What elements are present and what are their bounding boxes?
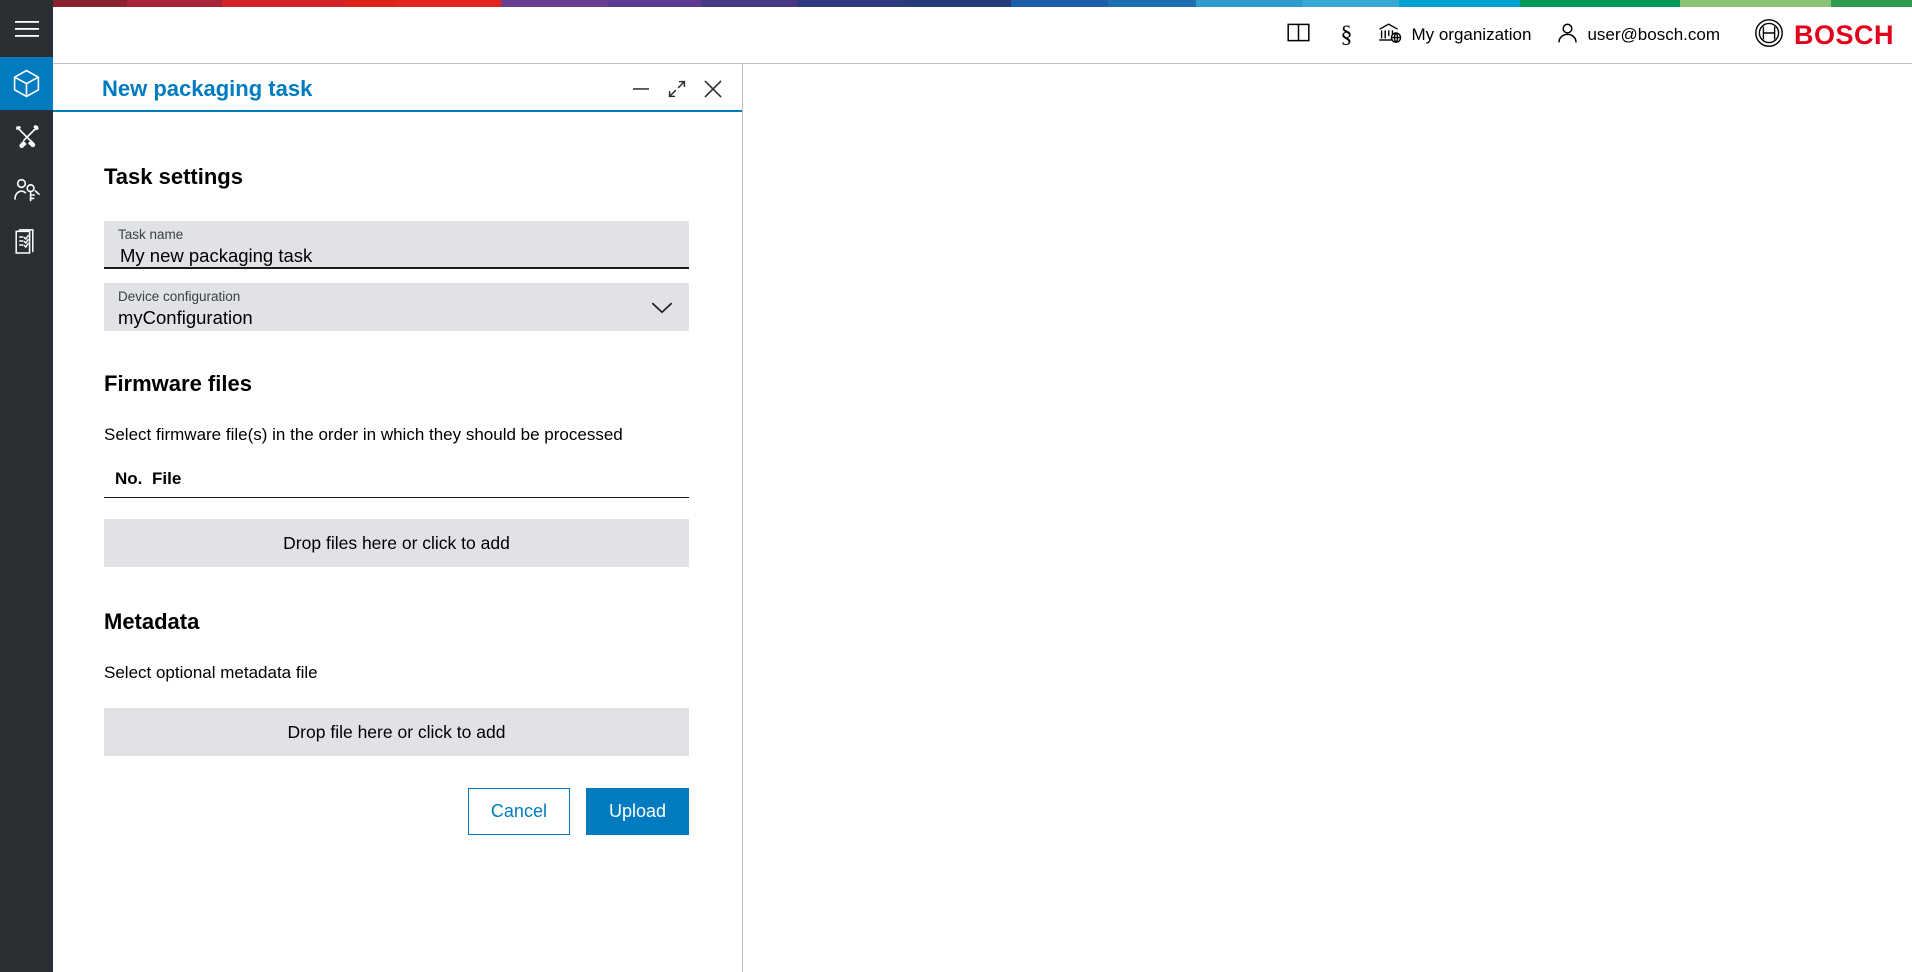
stripe-seg-7 [608, 0, 701, 7]
sidebar-item-tools[interactable] [0, 110, 53, 163]
dialog-action-bar: Cancel Upload [104, 788, 689, 835]
firmware-files-dropzone[interactable]: Drop files here or click to add [104, 519, 689, 567]
left-icon-rail [0, 0, 53, 972]
dialog-titlebar: New packaging task [53, 64, 742, 112]
stripe-seg-3 [222, 0, 346, 7]
firmware-dropzone-label: Drop files here or click to add [283, 533, 510, 554]
sidebar-item-logs[interactable] [0, 216, 53, 269]
chevron-down-icon [651, 301, 673, 320]
stripe-seg-16 [1520, 0, 1680, 7]
device-configuration-select[interactable]: Device configuration myConfiguration [104, 283, 689, 331]
bosch-wordmark: BOSCH [1794, 22, 1894, 49]
stripe-seg-15 [1399, 0, 1520, 7]
device-configuration-label: Device configuration [118, 290, 649, 305]
main-content-area [744, 64, 1912, 972]
dialog-window-controls [627, 64, 727, 103]
task-name-input[interactable] [118, 243, 675, 268]
column-header-file: File [152, 469, 181, 489]
organization-menu[interactable]: My organization [1378, 22, 1531, 49]
stripe-seg-9 [798, 0, 905, 7]
task-name-field[interactable]: Task name [104, 221, 689, 269]
metadata-dropzone-label: Drop file here or click to add [288, 722, 506, 743]
stripe-seg-17 [1680, 0, 1830, 7]
device-configuration-value: myConfiguration [118, 305, 649, 329]
upload-button[interactable]: Upload [586, 788, 689, 835]
device-configuration-chevron-button[interactable] [649, 290, 675, 331]
section-sign-icon: § [1340, 23, 1352, 47]
hamburger-menu-icon [15, 20, 39, 38]
stripe-seg-13 [1196, 0, 1303, 7]
bosch-logo: BOSCH [1754, 18, 1894, 53]
cube-package-icon [13, 69, 40, 98]
organization-label: My organization [1411, 25, 1531, 45]
app-header: § My organization user@bosch.com [53, 7, 1912, 64]
metadata-helper-text: Select optional metadata file [104, 635, 689, 683]
stripe-seg-1 [51, 0, 127, 7]
book-open-icon [1287, 22, 1310, 48]
user-menu[interactable]: user@bosch.com [1557, 22, 1720, 49]
sidebar-item-user-access[interactable] [0, 163, 53, 216]
stripe-seg-12 [1108, 0, 1195, 7]
stripe-seg-2 [127, 0, 222, 7]
stripe-seg-18 [1831, 0, 1912, 7]
column-header-no: No. [104, 469, 152, 489]
stripe-seg-8 [701, 0, 798, 7]
firmware-files-table-header: No. File [104, 469, 689, 498]
stripe-seg-6 [501, 0, 608, 7]
brand-color-stripe [0, 0, 1912, 7]
legal-notice-button[interactable]: § [1340, 23, 1352, 47]
dialog-close-button[interactable] [699, 75, 727, 103]
bank-globe-icon [1378, 22, 1402, 49]
dialog-expand-button[interactable] [663, 75, 691, 103]
hamburger-menu-button[interactable] [0, 0, 53, 57]
dialog-minimize-button[interactable] [627, 75, 655, 103]
stripe-seg-4 [346, 0, 394, 7]
tools-wrench-screwdriver-icon [13, 123, 41, 151]
user-email-label: user@bosch.com [1587, 25, 1720, 45]
dialog-title: New packaging task [102, 64, 312, 100]
stripe-seg-10 [905, 0, 1012, 7]
task-name-label: Task name [118, 228, 675, 243]
cancel-button[interactable]: Cancel [468, 788, 570, 835]
stripe-seg-5 [395, 0, 502, 7]
documentation-button[interactable] [1287, 22, 1310, 48]
document-checklist-icon [14, 229, 40, 257]
task-settings-heading: Task settings [104, 112, 689, 190]
metadata-dropzone[interactable]: Drop file here or click to add [104, 708, 689, 756]
new-packaging-task-dialog: New packaging task Task settings Task na… [53, 64, 743, 972]
dialog-body: Task settings Task name Device configura… [53, 112, 742, 835]
firmware-files-heading: Firmware files [104, 331, 689, 397]
bosch-anchor-icon [1754, 18, 1784, 53]
stripe-seg-11 [1011, 0, 1108, 7]
stripe-seg-14 [1302, 0, 1399, 7]
metadata-heading: Metadata [104, 567, 689, 635]
person-icon [1557, 22, 1578, 49]
firmware-files-helper-text: Select firmware file(s) in the order in … [104, 397, 689, 445]
sidebar-item-packaging[interactable] [0, 57, 53, 110]
user-key-access-icon [13, 176, 41, 204]
